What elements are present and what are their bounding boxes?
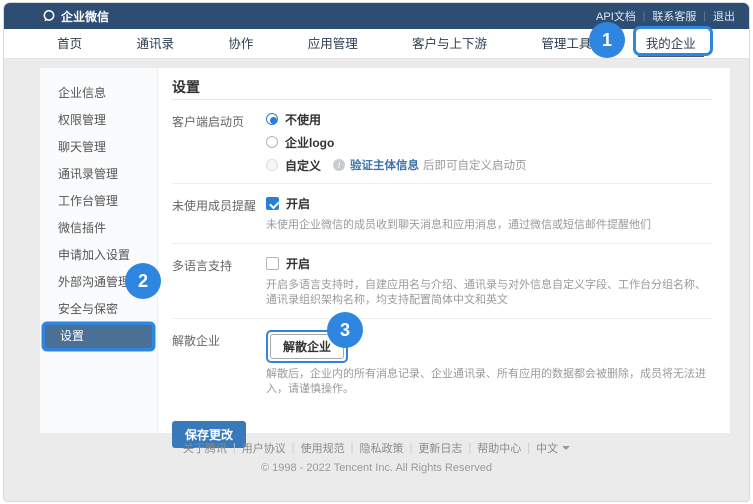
language-label: 中文 <box>536 440 558 456</box>
row-multilanguage-support: 多语言支持 开启 开启多语言支持时，自建应用名与介绍、通讯录与对外信息自定义字段… <box>172 244 712 319</box>
tab-customers[interactable]: 客户与上下游 <box>412 29 487 59</box>
info-icon <box>333 159 345 171</box>
radio-not-used[interactable] <box>266 113 278 125</box>
tab-home[interactable]: 首页 <box>57 29 82 59</box>
annotation-step-2: 2 <box>125 263 161 299</box>
row-label: 未使用成员提醒 <box>172 195 266 233</box>
footer-link-privacy[interactable]: 隐私政策 <box>360 440 404 456</box>
sidebar-item-company-info[interactable]: 企业信息 <box>40 80 157 107</box>
row-dissolve-company: 解散企业 解散企业 解散后，企业内的所有消息记录、企业通讯录、所有应用的数据都会… <box>172 319 712 407</box>
settings-sidebar: 企业信息 权限管理 聊天管理 通讯录管理 工作台管理 微信插件 申请加入设置 外… <box>40 68 158 433</box>
tab-collaboration[interactable]: 协作 <box>228 29 253 59</box>
footer-link-help-center[interactable]: 帮助中心 <box>477 440 521 456</box>
radio-label: 自定义 <box>285 157 321 174</box>
row-description: 未使用企业微信的成员收到聊天消息和应用消息，通过微信或短信邮件提醒他们 <box>266 218 712 233</box>
row-label: 解散企业 <box>172 330 266 397</box>
sidebar-item-security[interactable]: 安全与保密 <box>40 296 157 323</box>
footer-link-user-agreement[interactable]: 用户协议 <box>242 440 286 456</box>
settings-card: 企业信息 权限管理 聊天管理 通讯录管理 工作台管理 微信插件 申请加入设置 外… <box>40 68 730 433</box>
contact-support-link[interactable]: 联系客服 <box>652 8 696 24</box>
sidebar-item-settings[interactable]: 设置 <box>43 323 154 350</box>
sidebar-item-permissions[interactable]: 权限管理 <box>40 107 157 134</box>
sidebar-item-workbench[interactable]: 工作台管理 <box>40 188 157 215</box>
copyright-text: © 1998 - 2022 Tencent Inc. All Rights Re… <box>4 462 749 474</box>
row-label: 多语言支持 <box>172 255 266 308</box>
page-title: 设置 <box>172 68 712 100</box>
top-bar: 企业微信 API文档 | 联系客服 | 退出 <box>4 3 749 29</box>
custom-hint-text: 后即可自定义启动页 <box>423 157 527 173</box>
tab-contacts[interactable]: 通讯录 <box>137 29 175 59</box>
chevron-down-icon <box>562 446 570 450</box>
sidebar-item-contacts-management[interactable]: 通讯录管理 <box>40 161 157 188</box>
brand-name: 企业微信 <box>61 8 109 25</box>
tab-app-management[interactable]: 应用管理 <box>308 29 358 59</box>
divider: | <box>703 11 706 22</box>
language-selector[interactable]: 中文 <box>536 440 570 456</box>
sidebar-item-chat-management[interactable]: 聊天管理 <box>40 134 157 161</box>
annotation-step-1: 1 <box>589 22 625 58</box>
radio-label[interactable]: 不使用 <box>285 111 321 128</box>
footer-link-changelog[interactable]: 更新日志 <box>418 440 462 456</box>
annotation-step-3: 3 <box>327 312 363 348</box>
app-window: 企业微信 API文档 | 联系客服 | 退出 首页 通讯录 协作 应用管理 客户… <box>4 3 749 501</box>
row-description: 开启多语言支持时，自建应用名与介绍、通讯录与对外信息自定义字段、工作台分组名称、… <box>266 278 712 308</box>
checkbox-label[interactable]: 开启 <box>286 255 310 272</box>
row-description: 解散后，企业内的所有消息记录、企业通讯录、所有应用的数据都会被删除，成员将无法进… <box>266 367 712 397</box>
checkbox-reminder-enabled[interactable] <box>266 197 279 210</box>
footer-link-usage-rules[interactable]: 使用规范 <box>301 440 345 456</box>
row-client-launch-page: 客户端启动页 不使用 企业logo 自定义 验证主体信息 <box>172 100 712 184</box>
logout-link[interactable]: 退出 <box>713 8 735 24</box>
topbar-links: API文档 | 联系客服 | 退出 <box>596 8 735 24</box>
divider: | <box>643 11 646 22</box>
row-inactive-member-reminder: 未使用成员提醒 开启 未使用企业微信的成员收到聊天消息和应用消息，通过微信或短信… <box>172 184 712 244</box>
row-label: 客户端启动页 <box>172 111 266 173</box>
checkbox-multilanguage[interactable] <box>266 257 279 270</box>
brand: 企业微信 <box>42 8 109 25</box>
sidebar-item-wechat-plugin[interactable]: 微信插件 <box>40 215 157 242</box>
radio-company-logo[interactable] <box>266 136 278 148</box>
footer-link-about[interactable]: 关于腾讯 <box>183 440 227 456</box>
main-nav: 首页 通讯录 协作 应用管理 客户与上下游 管理工具 我的企业 <box>4 29 749 59</box>
footer: 关于腾讯| 用户协议| 使用规范| 隐私政策| 更新日志| 帮助中心| 中文 ©… <box>4 440 749 474</box>
tab-admin-tools[interactable]: 管理工具 <box>541 29 591 59</box>
verify-entity-link[interactable]: 验证主体信息 <box>350 157 419 173</box>
checkbox-label[interactable]: 开启 <box>286 195 310 212</box>
radio-custom <box>266 159 278 171</box>
settings-content: 设置 客户端启动页 不使用 企业logo 自定义 <box>158 68 730 433</box>
wework-chat-bubble-icon <box>42 9 56 23</box>
radio-label[interactable]: 企业logo <box>285 134 334 151</box>
tab-my-company[interactable]: 我的企业 <box>646 29 696 59</box>
